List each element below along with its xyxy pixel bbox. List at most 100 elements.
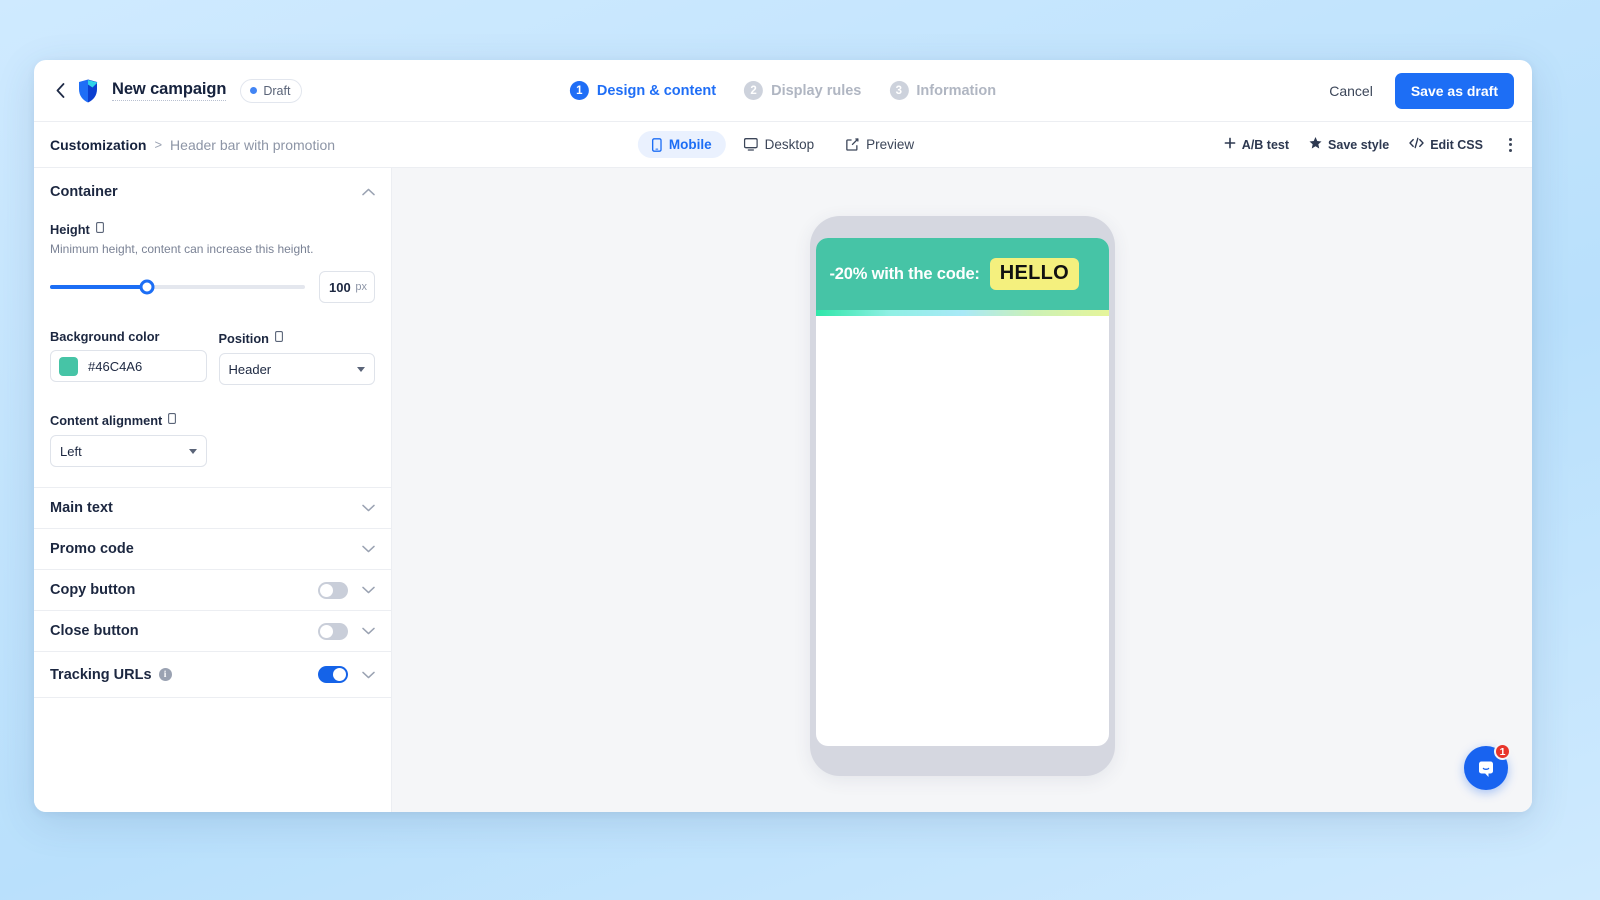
view-preview-label: Preview (866, 137, 915, 152)
height-slider-thumb[interactable] (139, 279, 155, 295)
chat-unread-badge: 1 (1494, 743, 1511, 760)
chevron-up-icon[interactable] (362, 188, 375, 196)
height-slider[interactable] (50, 279, 305, 295)
container-section-title: Container (50, 184, 118, 200)
mobile-phone-frame: -20% with the code: HELLO (809, 216, 1115, 776)
height-slider-row: 100 px (50, 271, 375, 304)
view-preview-button[interactable]: Preview (832, 131, 928, 158)
chevron-left-icon (56, 83, 64, 98)
editor-body: Container Height Minimum height, content… (34, 168, 1532, 812)
height-label-row: Height (50, 220, 375, 238)
alignment-row: Content alignment Left (50, 391, 375, 468)
color-swatch[interactable] (59, 356, 78, 376)
top-bar: New campaign Draft 1 Design & content 2 … (34, 60, 1532, 122)
chevron-down-icon[interactable] (362, 627, 375, 635)
tracking-urls-toggle[interactable] (318, 666, 348, 684)
background-color-value: #46C4A6 (88, 358, 143, 374)
section-main-text[interactable]: Main text (34, 488, 391, 530)
height-hint: Minimum height, content can increase thi… (50, 242, 314, 256)
position-label: Position (218, 330, 269, 346)
step-navigation: 1 Design & content 2 Display rules 3 Inf… (569, 81, 996, 100)
step-number: 1 (569, 81, 589, 100)
content-alignment-value: Left (60, 443, 82, 459)
height-slider-fill (50, 285, 147, 290)
back-button[interactable] (50, 81, 70, 101)
save-style-button[interactable]: Save style (1307, 133, 1391, 156)
chat-bubble-icon (1479, 761, 1493, 777)
step-label: Design & content (596, 82, 717, 99)
step-design-content[interactable]: 1 Design & content (569, 81, 717, 100)
promo-header-bar[interactable]: -20% with the code: HELLO (815, 238, 1109, 310)
settings-panel: Container Height Minimum height, content… (34, 168, 392, 812)
step-number: 3 (889, 81, 909, 100)
view-mode-switch: Mobile Desktop Preview (637, 131, 928, 158)
save-style-label: Save style (1328, 137, 1390, 152)
height-unit: px (355, 281, 367, 294)
promo-code-badge[interactable]: HELLO (989, 258, 1080, 290)
save-as-draft-button[interactable]: Save as draft (1394, 72, 1514, 109)
star-icon (1309, 137, 1322, 152)
status-badge[interactable]: Draft (240, 78, 303, 103)
mobile-icon (168, 411, 177, 429)
section-tracking-urls[interactable]: Tracking URLs i (34, 652, 391, 699)
cancel-button[interactable]: Cancel (1325, 77, 1377, 105)
position-value: Header (228, 361, 272, 377)
height-value: 100 (329, 279, 351, 295)
position-field: Position Header (218, 309, 375, 386)
chevron-down-icon[interactable] (362, 545, 375, 553)
sub-toolbar-actions: A/B test Save style Edit CSS (1222, 132, 1518, 158)
close-button-toggle[interactable] (318, 622, 348, 640)
view-mobile-button[interactable]: Mobile (637, 131, 726, 158)
promo-main-text[interactable]: -20% with the code: (830, 265, 980, 284)
view-desktop-button[interactable]: Desktop (730, 131, 829, 158)
background-color-field: Background color #46C4A6 (50, 309, 207, 385)
kebab-menu-icon[interactable] (1503, 132, 1518, 158)
edit-css-label: Edit CSS (1430, 137, 1483, 152)
section-title: Close button (50, 623, 139, 640)
chevron-down-icon (357, 366, 365, 372)
preview-canvas: -20% with the code: HELLO 1 (392, 168, 1532, 812)
container-section-header[interactable]: Container (50, 184, 375, 200)
sub-toolbar: Customization > Header bar with promotio… (34, 122, 1532, 168)
section-close-button[interactable]: Close button (34, 611, 391, 653)
step-display-rules[interactable]: 2 Display rules (744, 81, 861, 100)
promo-gradient-strip (815, 310, 1109, 316)
step-information[interactable]: 3 Information (889, 81, 996, 100)
ab-test-button[interactable]: A/B test (1222, 133, 1291, 156)
chevron-down-icon (188, 448, 197, 454)
height-label: Height (50, 221, 90, 237)
chevron-down-icon[interactable] (362, 504, 375, 512)
app-window: New campaign Draft 1 Design & content 2 … (34, 60, 1532, 812)
chat-widget-button[interactable]: 1 (1464, 743, 1511, 790)
step-label: Display rules (771, 82, 862, 99)
ab-test-label: A/B test (1241, 137, 1290, 152)
mobile-icon (275, 329, 283, 347)
top-bar-actions: Cancel Save as draft (1325, 72, 1514, 109)
copy-button-toggle[interactable] (318, 581, 348, 599)
desktop-icon (743, 138, 758, 151)
step-label: Information (916, 82, 997, 99)
phone-screen: -20% with the code: HELLO (815, 238, 1109, 746)
external-link-icon (846, 138, 859, 151)
status-dot (250, 87, 258, 94)
position-select[interactable]: Header (218, 353, 375, 386)
chevron-down-icon[interactable] (362, 671, 375, 679)
section-title: Copy button (50, 582, 136, 599)
container-section: Container Height Minimum height, content… (34, 168, 391, 489)
chevron-down-icon[interactable] (362, 586, 375, 594)
plus-icon (1224, 137, 1236, 152)
height-input[interactable]: 100 px (319, 271, 375, 304)
section-promo-code[interactable]: Promo code (34, 529, 391, 571)
breadcrumb-customization[interactable]: Customization (50, 137, 146, 153)
view-mobile-label: Mobile (668, 137, 712, 152)
brand-logo-icon (79, 79, 98, 102)
campaign-title[interactable]: New campaign (112, 80, 226, 101)
section-copy-button[interactable]: Copy button (34, 570, 391, 612)
edit-css-button[interactable]: Edit CSS (1407, 133, 1485, 156)
background-color-input[interactable]: #46C4A6 (50, 350, 207, 383)
background-color-label: Background color (50, 329, 160, 345)
content-alignment-select[interactable]: Left (50, 435, 207, 468)
section-title: Main text (50, 500, 113, 517)
info-icon[interactable]: i (158, 668, 172, 682)
mobile-icon (651, 137, 662, 152)
